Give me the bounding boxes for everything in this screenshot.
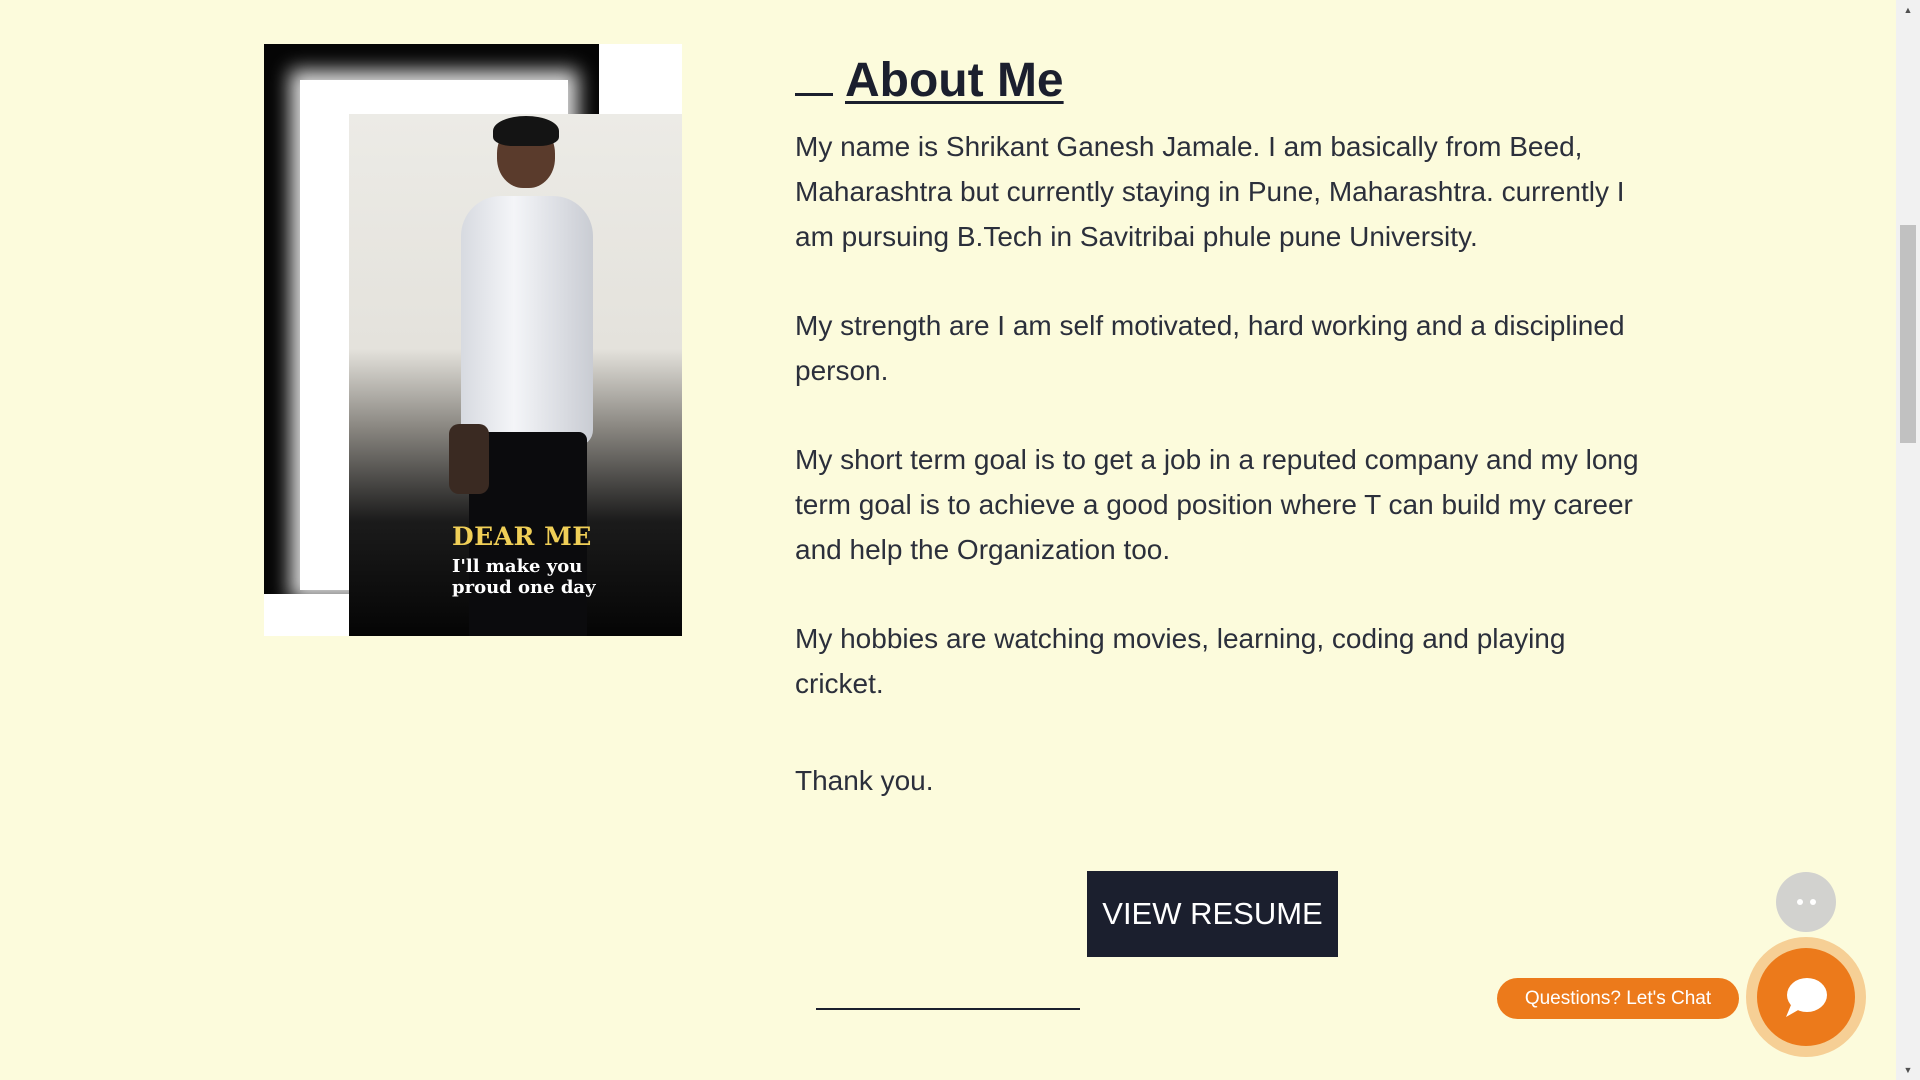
scrollbar-thumb[interactable] (1900, 225, 1916, 443)
profile-photo: DEAR ME I'll make you proud one day (349, 114, 682, 636)
person-hair (493, 116, 559, 146)
about-paragraph-hobbies: My hobbies are watching movies, learning… (795, 623, 1566, 699)
photo-caption-subtitle: I'll make you proud one day (452, 556, 596, 598)
about-paragraph-intro: My name is Shrikant Ganesh Jamale. I am … (795, 131, 1625, 252)
person-shirt (461, 196, 593, 446)
chat-prompt-label[interactable]: Questions? Let's Chat (1497, 978, 1739, 1019)
about-thanks: Thank you. (795, 765, 934, 796)
section-divider (816, 1008, 1080, 1010)
more-dot (1809, 899, 1816, 905)
about-heading-text: About Me (845, 54, 1064, 107)
heading-dash (795, 60, 833, 96)
about-paragraph-goals: My short term goal is to get a job in a … (795, 444, 1639, 565)
about-heading: About Me (795, 50, 1655, 112)
view-resume-button[interactable]: VIEW RESUME (1087, 871, 1338, 957)
about-paragraph-strength: My strength are I am self motivated, har… (795, 310, 1625, 386)
profile-photo-frame: DEAR ME I'll make you proud one day (264, 44, 682, 636)
scroll-up-icon[interactable]: ▲ (1896, 0, 1920, 20)
more-options-icon[interactable] (1776, 872, 1836, 932)
scroll-down-icon[interactable]: ▼ (1896, 1060, 1920, 1080)
page-scrollbar[interactable]: ▲ ▼ (1896, 0, 1920, 1080)
more-dot (1796, 899, 1803, 905)
chat-bubble-icon (1786, 978, 1827, 1017)
chat-launcher-inner (1757, 948, 1855, 1046)
chat-launcher-button[interactable] (1746, 937, 1866, 1057)
person-bag (449, 424, 489, 494)
page: DEAR ME I'll make you proud one day Abou… (0, 0, 1920, 1080)
about-section: About Me My name is Shrikant Ganesh Jama… (795, 50, 1655, 847)
photo-caption-title: DEAR ME (452, 522, 592, 551)
